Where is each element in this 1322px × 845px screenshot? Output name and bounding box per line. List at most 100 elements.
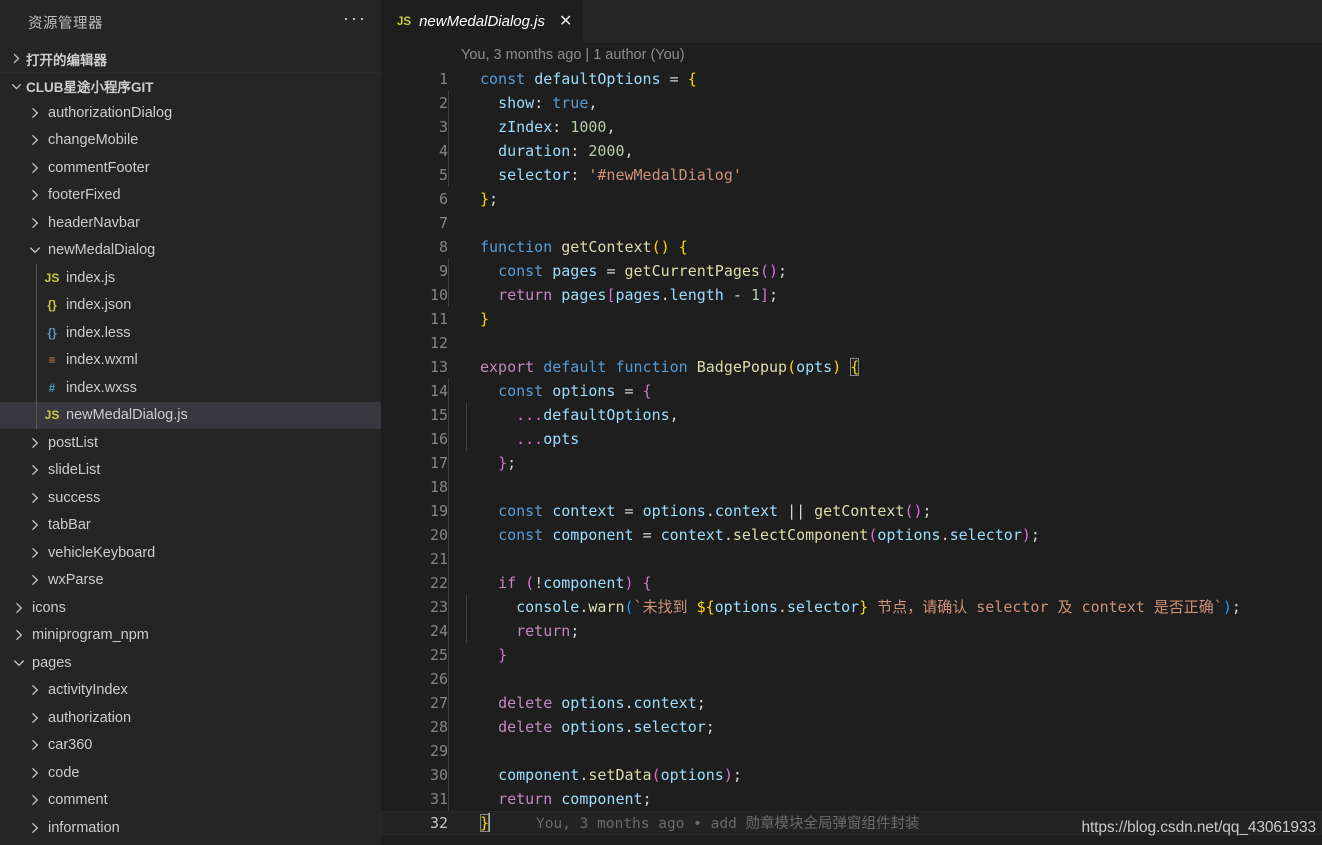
close-icon[interactable]: ✕ xyxy=(559,13,572,30)
tree-item-label: information xyxy=(48,819,120,836)
code-line-26[interactable]: 26 xyxy=(381,667,1322,691)
tree-file-index.less[interactable]: {} index.less xyxy=(0,319,381,347)
section-open-editors[interactable]: 打开的编辑器 xyxy=(0,45,381,72)
tree-folder-headerNavbar[interactable]: headerNavbar xyxy=(0,209,381,237)
tab-newMedalDialog-js[interactable]: JS newMedalDialog.js ✕ xyxy=(381,0,585,43)
tree-folder-newMedalDialog[interactable]: newMedalDialog xyxy=(0,237,381,265)
tree-folder-authorizationDialog[interactable]: authorizationDialog xyxy=(0,99,381,127)
indent-guide xyxy=(466,595,468,619)
code-line-24[interactable]: 24 return; xyxy=(381,619,1322,643)
code-line-16[interactable]: 16 ...opts xyxy=(381,427,1322,451)
tree-folder-postList[interactable]: postList xyxy=(0,429,381,457)
tree-item-label: activityIndex xyxy=(48,682,128,699)
chevron-right-icon[interactable] xyxy=(24,574,46,586)
chevron-right-icon[interactable] xyxy=(24,684,46,696)
tree-folder-slideList[interactable]: slideList xyxy=(0,457,381,485)
tree-folder-comment[interactable]: comment xyxy=(0,787,381,815)
tree-file-index.json[interactable]: {} index.json xyxy=(0,292,381,320)
code-editor[interactable]: You, 3 months ago | 1 author (You) 1 cons… xyxy=(381,43,1322,845)
tree-folder-code[interactable]: code xyxy=(0,759,381,787)
code-line-2[interactable]: 2 show: true, xyxy=(381,91,1322,115)
code-line-18[interactable]: 18 xyxy=(381,475,1322,499)
code-line-22[interactable]: 22 if (!component) { xyxy=(381,571,1322,595)
code-line-27[interactable]: 27 delete options.context; xyxy=(381,691,1322,715)
code-line-28[interactable]: 28 delete options.selector; xyxy=(381,715,1322,739)
tree-file-index.js[interactable]: JS index.js xyxy=(0,264,381,292)
tree-folder-changeMobile[interactable]: changeMobile xyxy=(0,127,381,155)
code-text: }; xyxy=(448,451,1322,475)
chevron-right-icon[interactable] xyxy=(24,492,46,504)
code-line-9[interactable]: 9 const pages = getCurrentPages(); xyxy=(381,259,1322,283)
chevron-down-icon[interactable] xyxy=(24,244,46,256)
code-line-29[interactable]: 29 xyxy=(381,739,1322,763)
chevron-right-icon[interactable] xyxy=(24,464,46,476)
code-line-1[interactable]: 1 const defaultOptions = { xyxy=(381,67,1322,91)
tree-folder-tabBar[interactable]: tabBar xyxy=(0,512,381,540)
tree-folder-activityIndex[interactable]: activityIndex xyxy=(0,677,381,705)
chevron-right-icon[interactable] xyxy=(24,712,46,724)
js-file-icon: JS xyxy=(44,270,60,285)
chevron-right-icon[interactable] xyxy=(24,547,46,559)
section-project-root[interactable]: CLUB星途小程序GIT xyxy=(0,72,381,99)
code-line-23[interactable]: 23 console.warn(`未找到 ${options.selector}… xyxy=(381,595,1322,619)
code-text: ...defaultOptions, xyxy=(448,403,1322,427)
chevron-down-icon[interactable] xyxy=(8,657,30,669)
code-line-31[interactable]: 31 return component; xyxy=(381,787,1322,811)
code-line-21[interactable]: 21 xyxy=(381,547,1322,571)
chevron-right-icon[interactable] xyxy=(24,189,46,201)
more-actions-icon[interactable]: ··· xyxy=(343,9,367,32)
tree-folder-wxParse[interactable]: wxParse xyxy=(0,567,381,595)
tree-file-newMedalDialog.js[interactable]: JS newMedalDialog.js xyxy=(0,401,381,429)
chevron-right-icon[interactable] xyxy=(8,602,30,614)
chevron-right-icon[interactable] xyxy=(8,629,30,641)
code-line-3[interactable]: 3 zIndex: 1000, xyxy=(381,115,1322,139)
chevron-right-icon[interactable] xyxy=(24,217,46,229)
code-line-5[interactable]: 5 selector: '#newMedalDialog' xyxy=(381,163,1322,187)
tree-folder-commentFooter[interactable]: commentFooter xyxy=(0,154,381,182)
code-line-15[interactable]: 15 ...defaultOptions, xyxy=(381,403,1322,427)
tree-folder-car360[interactable]: car360 xyxy=(0,732,381,760)
chevron-right-icon[interactable] xyxy=(24,437,46,449)
tree-folder-information[interactable]: information xyxy=(0,814,381,842)
code-line-25[interactable]: 25 } xyxy=(381,643,1322,667)
code-line-30[interactable]: 30 component.setData(options); xyxy=(381,763,1322,787)
chevron-right-icon[interactable] xyxy=(24,107,46,119)
tree-folder-icons[interactable]: icons xyxy=(0,594,381,622)
tree-folder-success[interactable]: success xyxy=(0,484,381,512)
chevron-right-icon[interactable] xyxy=(24,822,46,834)
code-line-14[interactable]: 14 const options = { xyxy=(381,379,1322,403)
code-line-19[interactable]: 19 const context = options.context || ge… xyxy=(381,499,1322,523)
file-tree[interactable]: authorizationDialog changeMobile commentFo… xyxy=(0,99,381,845)
chevron-right-icon[interactable] xyxy=(24,767,46,779)
tree-file-index.wxml[interactable]: ≡ index.wxml xyxy=(0,347,381,375)
code-line-7[interactable]: 7 xyxy=(381,211,1322,235)
code-line-17[interactable]: 17 }; xyxy=(381,451,1322,475)
tree-folder-miniprogram_npm[interactable]: miniprogram_npm xyxy=(0,622,381,650)
code-line-6[interactable]: 6}; xyxy=(381,187,1322,211)
tree-folder-footerFixed[interactable]: footerFixed xyxy=(0,182,381,210)
indent-guide xyxy=(466,427,468,451)
chevron-right-icon[interactable] xyxy=(24,519,46,531)
chevron-right-icon[interactable] xyxy=(24,162,46,174)
less-file-icon: {} xyxy=(47,325,57,340)
tree-folder-vehicleKeyboard[interactable]: vehicleKeyboard xyxy=(0,539,381,567)
tree-folder-integralDetail[interactable]: integralDetail xyxy=(0,842,381,845)
tree-folder-authorization[interactable]: authorization xyxy=(0,704,381,732)
indent-guide xyxy=(448,715,449,739)
code-line-20[interactable]: 20 const component = context.selectCompo… xyxy=(381,523,1322,547)
code-lines[interactable]: 1 const defaultOptions = {2 show: true, 3 … xyxy=(381,67,1322,835)
code-text: const defaultOptions = { xyxy=(480,70,697,88)
chevron-right-icon[interactable] xyxy=(24,739,46,751)
tree-folder-pages[interactable]: pages xyxy=(0,649,381,677)
chevron-right-icon[interactable] xyxy=(24,134,46,146)
code-line-12[interactable]: 12 xyxy=(381,331,1322,355)
chevron-right-icon[interactable] xyxy=(24,794,46,806)
code-line-10[interactable]: 10 return pages[pages.length - 1]; xyxy=(381,283,1322,307)
code-line-13[interactable]: 13 export default function BadgePopup(opt… xyxy=(381,355,1322,379)
code-line-4[interactable]: 4 duration: 2000, xyxy=(381,139,1322,163)
tree-file-index.wxss[interactable]: # index.wxss xyxy=(0,374,381,402)
code-line-8[interactable]: 8 function getContext() { xyxy=(381,235,1322,259)
code-line-11[interactable]: 11} xyxy=(381,307,1322,331)
